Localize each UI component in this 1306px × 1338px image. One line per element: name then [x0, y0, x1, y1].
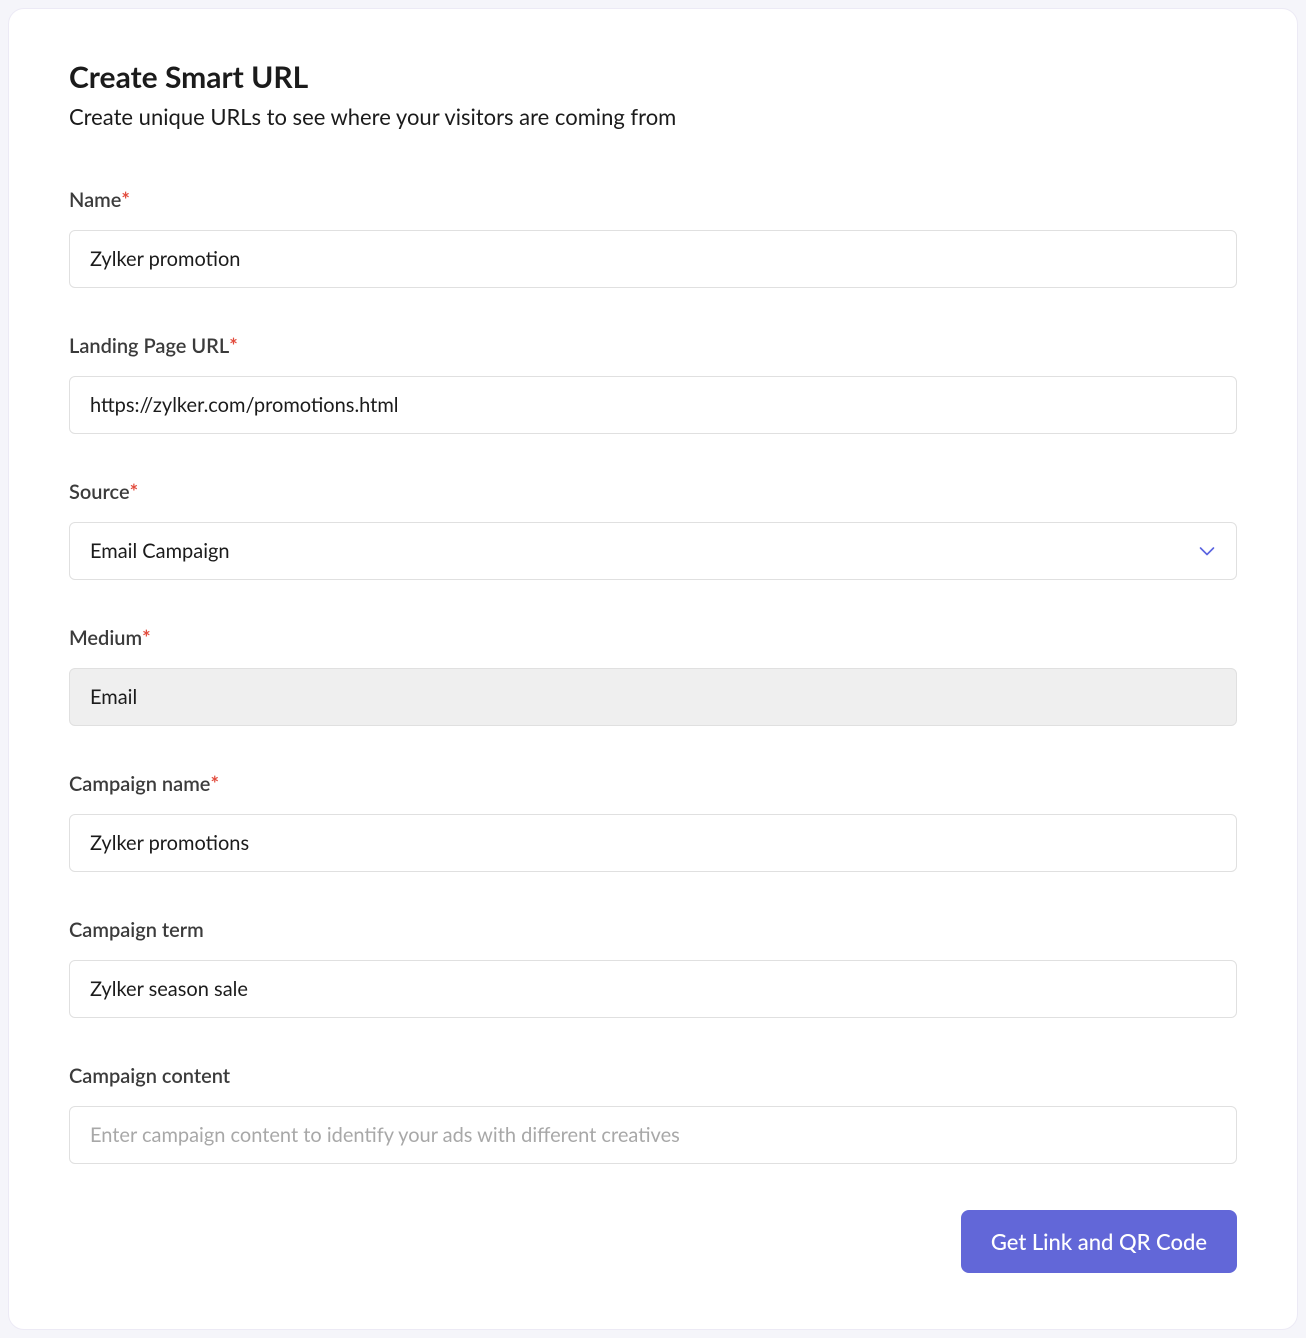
source-label: Source*	[69, 480, 1237, 504]
campaign-content-input[interactable]	[69, 1106, 1237, 1164]
create-smart-url-card: Create Smart URL Create unique URLs to s…	[8, 8, 1298, 1330]
required-marker: *	[229, 334, 238, 358]
campaign-content-label: Campaign content	[69, 1064, 1237, 1088]
page-title: Create Smart URL	[69, 59, 1237, 95]
required-marker: *	[142, 626, 151, 650]
form-group-campaign-term: Campaign term	[69, 918, 1237, 1018]
campaign-term-label: Campaign term	[69, 918, 1237, 942]
form-group-campaign-name: Campaign name*	[69, 772, 1237, 872]
source-select-wrap: Email Campaign	[69, 522, 1237, 580]
campaign-name-label: Campaign name*	[69, 772, 1237, 796]
page-subtitle: Create unique URLs to see where your vis…	[69, 103, 1237, 130]
landing-page-url-input[interactable]	[69, 376, 1237, 434]
form-group-name: Name*	[69, 188, 1237, 288]
campaign-name-input[interactable]	[69, 814, 1237, 872]
button-row: Get Link and QR Code	[69, 1210, 1237, 1273]
name-label-text: Name	[69, 188, 121, 212]
campaign-term-label-text: Campaign term	[69, 918, 204, 942]
get-link-and-qr-code-button[interactable]: Get Link and QR Code	[961, 1210, 1237, 1273]
form-group-landing-page-url: Landing Page URL*	[69, 334, 1237, 434]
required-marker: *	[130, 480, 139, 504]
name-input[interactable]	[69, 230, 1237, 288]
medium-label-text: Medium	[69, 626, 142, 650]
medium-label: Medium*	[69, 626, 1237, 650]
form-group-medium: Medium*	[69, 626, 1237, 726]
campaign-content-label-text: Campaign content	[69, 1064, 230, 1088]
medium-input	[69, 668, 1237, 726]
campaign-name-label-text: Campaign name	[69, 772, 210, 796]
required-marker: *	[210, 772, 219, 796]
form-group-source: Source* Email Campaign	[69, 480, 1237, 580]
form-group-campaign-content: Campaign content	[69, 1064, 1237, 1164]
campaign-term-input[interactable]	[69, 960, 1237, 1018]
source-select[interactable]: Email Campaign	[69, 522, 1237, 580]
landing-page-url-label-text: Landing Page URL	[69, 334, 229, 358]
source-label-text: Source	[69, 480, 130, 504]
name-label: Name*	[69, 188, 1237, 212]
landing-page-url-label: Landing Page URL*	[69, 334, 1237, 358]
required-marker: *	[121, 188, 130, 212]
